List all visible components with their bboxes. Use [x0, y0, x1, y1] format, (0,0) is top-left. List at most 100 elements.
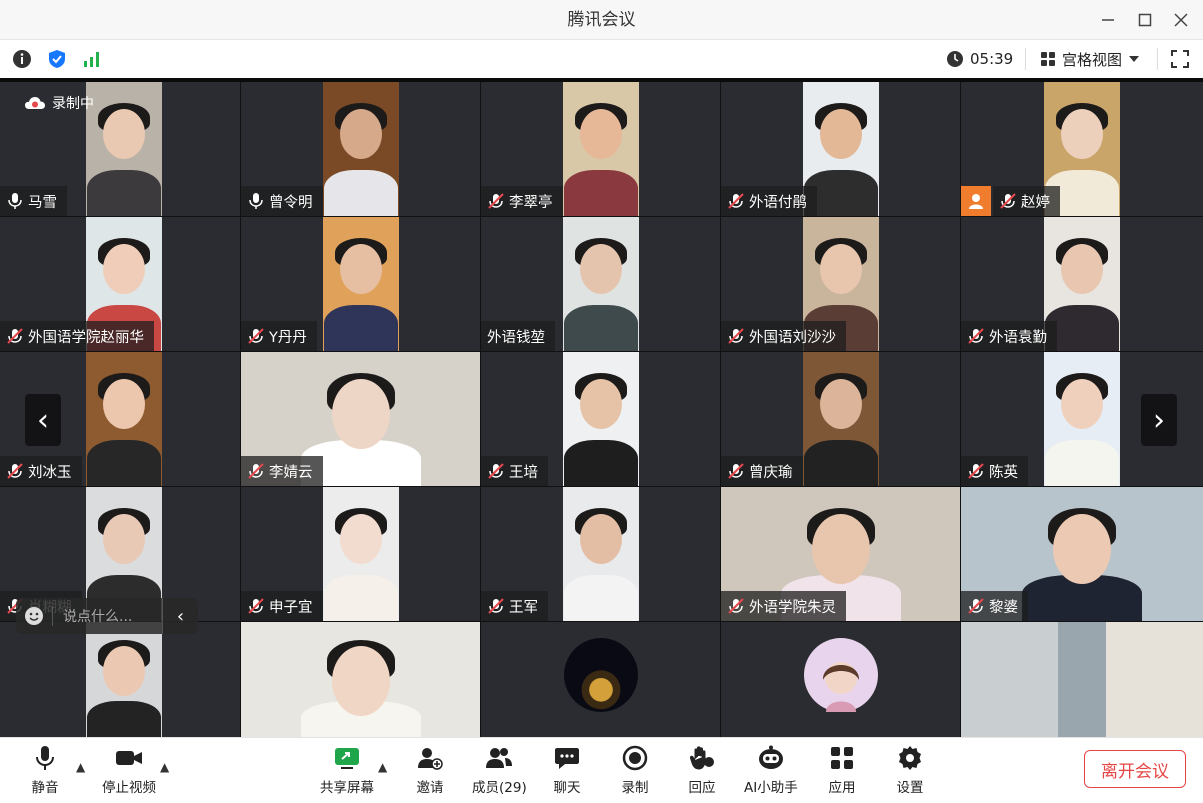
info-icon[interactable] — [12, 49, 32, 69]
signal-strength-icon[interactable] — [82, 49, 102, 69]
video-tile[interactable]: Y丹丹 — [241, 217, 480, 351]
participant-face — [1061, 244, 1103, 294]
participant-body — [1045, 440, 1119, 486]
avatar — [803, 638, 878, 712]
microphone-muted-icon — [967, 597, 985, 615]
participant-body — [324, 575, 398, 621]
participant-name: 外语袁勤 — [989, 329, 1047, 346]
video-tile[interactable]: 王军 — [481, 487, 720, 621]
minimize-icon[interactable] — [1093, 6, 1123, 34]
participant-face — [580, 244, 622, 294]
stop-video-button[interactable]: 停止视频 — [102, 744, 156, 796]
video-tile[interactable]: 王培 — [481, 352, 720, 486]
close-icon[interactable] — [1166, 6, 1196, 34]
video-tile[interactable]: 外语付鹃 — [721, 82, 960, 216]
video-feed — [563, 217, 639, 351]
settings-button[interactable]: 设置 — [895, 744, 925, 796]
record-button[interactable]: 录制 — [620, 744, 650, 796]
participant-nameplate: 外语袁勤 — [961, 321, 1057, 351]
maximize-icon[interactable] — [1130, 6, 1160, 34]
participant-nameplate: 陈英 — [961, 456, 1028, 486]
timer-text: 05:39 — [970, 50, 1014, 68]
grid-view-icon — [1041, 52, 1055, 66]
video-tile[interactable]: 外语学院朱灵 — [721, 487, 960, 621]
participant-name: 赵婷 — [1021, 194, 1050, 211]
microphone-muted-icon — [487, 192, 505, 210]
view-mode-dropdown[interactable]: 宫格视图 — [1040, 48, 1140, 70]
participant-name: 申子宜 — [269, 599, 313, 616]
settings-label: 设置 — [896, 780, 924, 796]
video-tile[interactable] — [241, 622, 480, 742]
camera-icon — [114, 744, 144, 772]
video-options-chevron-icon[interactable]: ▲ — [160, 760, 169, 774]
video-tile[interactable]: 曾庆瑜 — [721, 352, 960, 486]
share-options-chevron-icon[interactable]: ▲ — [378, 760, 387, 774]
apps-button[interactable]: 应用 — [827, 744, 857, 796]
video-tile[interactable] — [721, 622, 960, 742]
emoji-icon[interactable] — [16, 606, 52, 626]
video-tile[interactable]: 李翠亭 — [481, 82, 720, 216]
participant-name: 黎婆 — [989, 599, 1018, 616]
microphone-muted-icon — [967, 327, 985, 345]
participant-name: 外国语刘沙沙 — [749, 329, 836, 346]
react-button[interactable]: 回应 — [687, 744, 717, 796]
recording-indicator: 录制中 — [24, 93, 94, 113]
collapse-chat-button[interactable]: ‹ — [162, 598, 198, 634]
participant-face — [331, 379, 390, 449]
participant-face — [580, 109, 622, 159]
participant-nameplate: 曾庆瑜 — [721, 456, 803, 486]
video-tile[interactable]: 李婧云 — [241, 352, 480, 486]
audio-options-chevron-icon[interactable]: ▲ — [76, 760, 85, 774]
video-tile[interactable]: 外语钱堃 — [481, 217, 720, 351]
ai-assistant-button[interactable]: AI小助手 — [744, 744, 798, 796]
chat-input[interactable]: 说点什么... — [52, 606, 162, 626]
gear-icon — [895, 744, 925, 772]
participant-name: 马雪 — [28, 194, 57, 211]
members-button[interactable]: 成员(29) — [472, 744, 527, 796]
video-feed — [86, 82, 162, 216]
chat-button[interactable]: 聊天 — [552, 744, 582, 796]
participant-face — [820, 244, 862, 294]
security-shield-icon[interactable] — [47, 49, 67, 69]
prev-page-button[interactable]: ‹ — [25, 394, 61, 446]
video-tile[interactable] — [961, 622, 1203, 742]
video-tile[interactable]: 外国语刘沙沙 — [721, 217, 960, 351]
participant-name: 王培 — [509, 464, 538, 481]
video-tile[interactable]: 外语袁勤 — [961, 217, 1203, 351]
mute-button[interactable]: 静音 — [30, 744, 60, 796]
participant-name: Y丹丹 — [269, 329, 307, 346]
video-tile[interactable]: 曾令明 — [241, 82, 480, 216]
next-page-button[interactable]: › — [1141, 394, 1177, 446]
video-tile[interactable]: 申子宜 — [241, 487, 480, 621]
video-feed — [1044, 352, 1120, 486]
microphone-muted-icon — [247, 597, 265, 615]
microphone-muted-icon — [247, 327, 265, 345]
participant-face — [103, 244, 145, 294]
participant-body — [87, 701, 161, 742]
microphone-muted-icon — [6, 327, 24, 345]
video-tile[interactable]: 赵婷 — [961, 82, 1203, 216]
participant-body — [87, 170, 161, 216]
meeting-timer: 05:39 — [946, 48, 1013, 70]
invite-button[interactable]: 邀请 — [415, 744, 445, 796]
microphone-icon — [6, 192, 24, 210]
video-feed — [86, 622, 162, 742]
participant-face — [103, 646, 145, 696]
participant-face — [1061, 379, 1103, 429]
video-tile[interactable]: 黎婆 — [961, 487, 1203, 621]
meeting-info-bar: 05:39 宫格视图 — [0, 40, 1203, 78]
leave-meeting-button[interactable]: 离开会议 — [1084, 750, 1186, 788]
video-feed — [86, 352, 162, 486]
participant-face — [820, 109, 862, 159]
video-tile[interactable] — [481, 622, 720, 742]
quick-chat-bar: 说点什么... ‹ — [16, 598, 198, 634]
video-tile[interactable] — [0, 622, 240, 742]
clock-icon — [947, 51, 963, 67]
participant-face — [340, 109, 382, 159]
share-screen-button[interactable]: 共享屏幕 — [320, 744, 374, 796]
video-feed — [563, 487, 639, 621]
record-icon — [620, 744, 650, 772]
fullscreen-icon[interactable] — [1170, 49, 1190, 69]
video-tile[interactable]: 外国语学院赵丽华 — [0, 217, 240, 351]
divider — [1025, 48, 1026, 70]
